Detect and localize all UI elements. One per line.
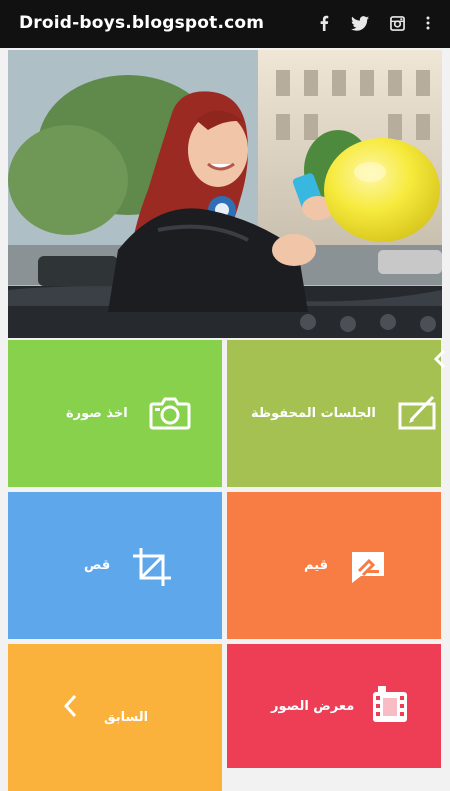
camera-icon [149,396,191,434]
facebook-icon[interactable] [313,12,335,34]
chevron-left-icon [61,692,79,724]
rate-tile[interactable]: قيم [227,492,441,639]
saved-sessions-tile[interactable]: الجلسات المحفوظة [227,340,441,487]
top-app-bar: Droid-boys.blogspot.com [0,0,450,48]
saved-sessions-label: الجلسات المحفوظة [251,406,376,421]
gallery-label: معرض الصور [271,698,355,714]
overflow-menu-icon[interactable] [417,12,439,34]
twitter-icon[interactable] [349,12,371,34]
instagram-icon[interactable] [386,12,408,34]
rate-label: قيم [304,558,329,573]
hero-illustration [8,50,442,338]
take-photo-tile[interactable]: اخذ صورة [8,340,222,487]
crop-label: قص [84,558,111,573]
app-title: Droid-boys.blogspot.com [19,13,265,33]
chevron-left-icon[interactable] [432,348,448,370]
gallery-tile[interactable]: معرض الصور [227,644,441,768]
crop-tile[interactable]: قص [8,492,222,639]
hero-photo [8,50,442,338]
previous-label: السابق [104,710,149,725]
rate-chat-icon [349,549,387,589]
film-gallery-icon [370,684,410,728]
crop-icon [131,546,173,592]
previous-tile[interactable]: السابق [8,644,222,791]
take-photo-label: اخذ صورة [66,406,128,421]
edit-canvas-icon [397,394,439,434]
